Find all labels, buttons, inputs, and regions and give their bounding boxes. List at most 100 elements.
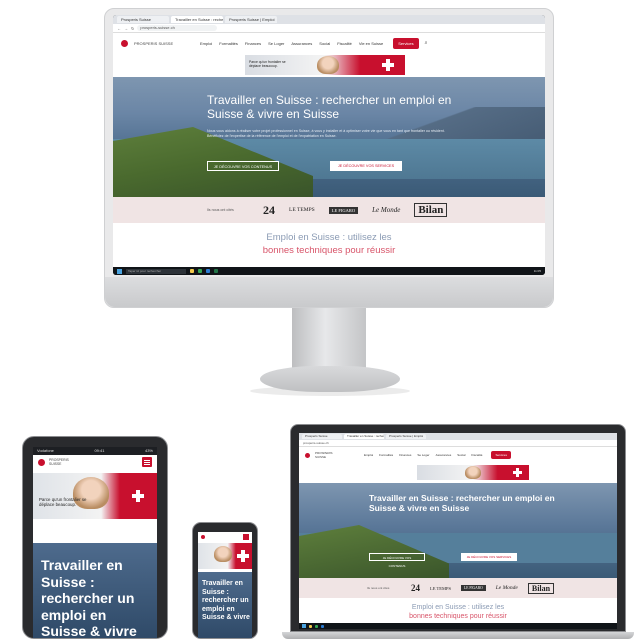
- browser-tab[interactable]: Prosperis Suisse: [302, 434, 342, 439]
- phone-hero-title: Travailler en Suisse : rechercher un emp…: [202, 580, 250, 621]
- brand-logo-icon[interactable]: [121, 39, 128, 47]
- menu-item-fiscalite[interactable]: Fiscalité: [471, 453, 482, 457]
- browser-tab-strip: Prosperis Suisse Travailler en Suisse : …: [113, 15, 545, 24]
- windows-start-icon[interactable]: [302, 624, 306, 628]
- menu-item-emploi[interactable]: Emploi: [364, 453, 373, 457]
- device-mockup-stage: Prosperis Suisse Travailler en Suisse : …: [0, 0, 640, 639]
- menu-item-fiscalite[interactable]: Fiscalité: [337, 41, 352, 46]
- browser-tab[interactable]: Prosperis Suisse | Emploi: [386, 434, 426, 439]
- chrome-icon[interactable]: [315, 624, 318, 628]
- press-logo-le-figaro[interactable]: LE FIGARO: [461, 585, 486, 591]
- menu-item-social[interactable]: Social: [319, 41, 330, 46]
- hamburger-menu-icon[interactable]: [243, 533, 249, 540]
- menu-item-finances[interactable]: Finances: [399, 453, 411, 457]
- discover-services-button[interactable]: JE DÉCOUVRE VOS SERVICES: [330, 161, 402, 171]
- tablet-hero-title: Travailler en Suisse : rechercher un emp…: [41, 557, 137, 638]
- ad-portrait-image: [214, 546, 232, 562]
- browser-address-bar[interactable]: prosperis-suisse.ch: [299, 440, 617, 447]
- tablet-hero-section: Travailler en Suisse : rechercher un emp…: [33, 543, 157, 638]
- browser-tab[interactable]: Prosperis Suisse | Emploi: [225, 16, 277, 23]
- browser-tab[interactable]: Prosperis Suisse: [117, 16, 169, 23]
- site-header: PROSPERIS SUISSE Emploi Formalités Finan…: [113, 33, 545, 53]
- file-explorer-icon[interactable]: [309, 624, 312, 628]
- section-heading-line-2[interactable]: bonnes techniques pour réussir: [113, 244, 545, 257]
- press-logo-24heures[interactable]: 24: [263, 203, 275, 218]
- taskbar-search-input[interactable]: Taper ici pour rechercher: [126, 268, 186, 274]
- search-icon[interactable]: ⌕: [425, 40, 428, 46]
- swiss-cross-icon: [131, 489, 145, 503]
- ad-banner[interactable]: Parce qu'un frontalier se déplace beauco…: [245, 55, 405, 75]
- services-button[interactable]: Services: [393, 37, 419, 49]
- forward-arrow-icon[interactable]: →: [124, 26, 128, 31]
- press-logo-le-figaro[interactable]: LE FIGARO: [328, 206, 359, 214]
- reload-icon[interactable]: ↻: [131, 26, 134, 31]
- press-logo-le-temps[interactable]: LE TEMPS: [289, 207, 315, 213]
- main-menu: Emploi Formalités Finances Se Loger Assu…: [364, 453, 482, 457]
- url-input[interactable]: prosperis-suisse.ch: [137, 25, 218, 31]
- windows-taskbar: [299, 623, 617, 629]
- discover-services-button[interactable]: JE DÉCOUVRE VOS SERVICES: [461, 553, 517, 561]
- carrier-label: Vodafone: [37, 448, 54, 453]
- monitor-stand-neck: [292, 308, 366, 368]
- brand-logo-text[interactable]: PROSPERIS SUISSE: [49, 458, 79, 466]
- hero-title: Travailler en Suisse : rechercher un emp…: [369, 493, 555, 513]
- hamburger-menu-icon[interactable]: [142, 457, 152, 467]
- press-logo-le-monde[interactable]: Le Monde: [372, 206, 400, 214]
- phone-device: Travailler en Suisse : rechercher un emp…: [192, 522, 258, 639]
- browser-tab-active[interactable]: Travailler en Suisse : rechercher: [171, 16, 223, 23]
- press-label: Ils nous ont cités: [367, 586, 390, 590]
- press-logo-le-monde[interactable]: Le Monde: [496, 585, 518, 591]
- phone-ad-banner[interactable]: [198, 543, 252, 569]
- ad-tagline: Parce qu'un frontalier se déplace beauco…: [39, 497, 87, 507]
- brand-logo-text[interactable]: PROSPERIS SUISSE: [134, 41, 174, 46]
- laptop-screen: Prosperis Suisse Travailler en Suisse : …: [299, 433, 617, 629]
- brand-logo-icon[interactable]: [38, 458, 45, 466]
- press-logo-24heures[interactable]: 24: [411, 583, 420, 593]
- menu-item-assurances[interactable]: Assurances: [291, 41, 312, 46]
- phone-site-header: [198, 532, 252, 541]
- word-icon[interactable]: [321, 624, 324, 628]
- press-label: Ils nous ont cités: [207, 208, 234, 212]
- tablet-site-header: PROSPERIS SUISSE: [33, 455, 157, 469]
- laptop-website-viewport: PROSPERIS SUISSE Emploi Formalités Finan…: [299, 447, 617, 623]
- menu-item-se-loger[interactable]: Se Loger: [268, 41, 284, 46]
- press-logo-bilan[interactable]: Bilan: [527, 582, 555, 594]
- tablet-ad-banner[interactable]: Parce qu'un frontalier se déplace beauco…: [33, 473, 157, 519]
- swiss-cross-icon: [512, 467, 523, 478]
- discover-content-button[interactable]: JE DÉCOUVRE VOS CONTENUS: [369, 553, 425, 568]
- menu-item-formalites[interactable]: Formalités: [219, 41, 238, 46]
- windows-start-icon[interactable]: [117, 268, 122, 274]
- file-explorer-icon[interactable]: [190, 269, 194, 273]
- ad-portrait-image: [317, 56, 339, 74]
- battery-label: 43%: [144, 448, 153, 453]
- services-button[interactable]: Services: [491, 451, 511, 459]
- discover-content-button[interactable]: JE DÉCOUVRE VOS CONTENUS: [207, 161, 279, 171]
- press-logo-le-temps[interactable]: LE TEMPS: [430, 586, 451, 591]
- menu-item-social[interactable]: Social: [457, 453, 465, 457]
- word-icon[interactable]: [206, 269, 210, 273]
- brand-logo-icon[interactable]: [305, 452, 310, 458]
- section-heading: Emploi en Suisse : utilisez les bonnes t…: [299, 603, 617, 621]
- desktop-screen: Prosperis Suisse Travailler en Suisse : …: [113, 15, 545, 275]
- menu-item-vie-en-suisse[interactable]: Vie en Suisse: [359, 41, 383, 46]
- browser-address-bar: ← → ↻ prosperis-suisse.ch: [113, 24, 545, 33]
- menu-item-se-loger[interactable]: Se Loger: [417, 453, 429, 457]
- section-heading-line-2[interactable]: bonnes techniques pour réussir: [299, 612, 617, 621]
- menu-item-emploi[interactable]: Emploi: [200, 41, 212, 46]
- back-arrow-icon[interactable]: ←: [117, 26, 121, 31]
- browser-tab-active[interactable]: Travailler en Suisse : rechercher: [344, 434, 384, 439]
- menu-item-formalites[interactable]: Formalités: [379, 453, 393, 457]
- tablet-screen: Vodafone 09:41 43% PROSPERIS SUISSE Parc…: [33, 447, 157, 638]
- chrome-icon[interactable]: [198, 269, 202, 273]
- excel-icon[interactable]: [214, 269, 218, 273]
- laptop-keyboard-base: [282, 632, 634, 639]
- phone-screen: Travailler en Suisse : rechercher un emp…: [198, 532, 252, 638]
- menu-item-assurances[interactable]: Assurances: [436, 453, 452, 457]
- brand-logo-text[interactable]: PROSPERIS SUISSE: [315, 451, 343, 459]
- press-logo-bilan[interactable]: Bilan: [414, 203, 448, 217]
- brand-logo-icon[interactable]: [201, 534, 205, 539]
- ad-banner[interactable]: [417, 465, 529, 480]
- ad-tagline: Parce qu'un frontalier se déplace beauco…: [249, 60, 286, 68]
- main-menu: Emploi Formalités Finances Se Loger Assu…: [200, 41, 383, 46]
- menu-item-finances[interactable]: Finances: [245, 41, 261, 46]
